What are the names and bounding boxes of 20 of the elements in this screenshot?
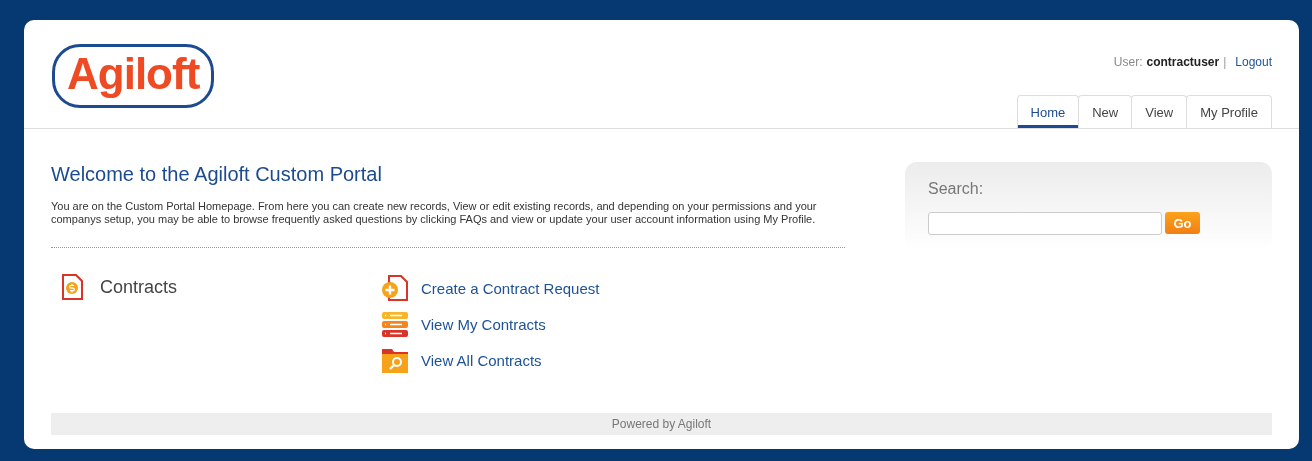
folder-search-icon bbox=[381, 346, 409, 374]
section-title: Contracts bbox=[100, 276, 178, 298]
link[interactable]: Create a Contract Request bbox=[421, 279, 600, 297]
link[interactable]: View My Contracts bbox=[421, 315, 546, 333]
stack-icon bbox=[381, 310, 409, 338]
welcome-title: Welcome to the Agiloft Custom Portal bbox=[51, 163, 383, 186]
add-document-icon bbox=[381, 274, 409, 302]
logo: Agiloft bbox=[52, 44, 215, 108]
tab[interactable]: My Profile bbox=[1186, 95, 1272, 128]
welcome-text: You are on the Custom Portal Homepage. From here you can create new records, View or edit existing records, and depending on your permissions and your companys setup, you may be able to browse frequently asked questions by clicking FAQs and view or update your user account information using My Profile. bbox=[51, 200, 818, 226]
tab[interactable]: Home bbox=[1016, 95, 1080, 128]
username: contractuser bbox=[1146, 55, 1220, 69]
user-label: User: bbox=[1113, 55, 1143, 69]
search-label: Search: bbox=[928, 180, 985, 198]
document-dollar-icon bbox=[61, 274, 83, 300]
footer-bar: Powered by Agiloft bbox=[51, 413, 1272, 435]
separator: | bbox=[1223, 55, 1227, 69]
logout-link[interactable]: Logout bbox=[1235, 55, 1272, 69]
link[interactable]: View All Contracts bbox=[421, 351, 542, 369]
search-field[interactable] bbox=[928, 212, 1162, 235]
